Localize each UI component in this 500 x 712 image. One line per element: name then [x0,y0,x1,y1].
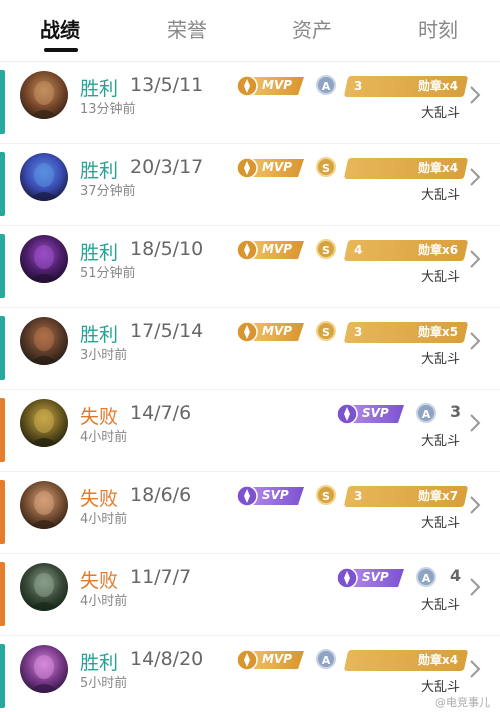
match-time: 13分钟前 [80,102,136,117]
medal-count: 3 [450,402,462,421]
match-list: 胜利 13/5/11 13分钟前 MVP A 3 勋章x4 大乱斗 胜利 20/3/17 37分钟前… [0,62,500,712]
match-result: 失败 [80,488,119,510]
hero-avatar [20,481,68,529]
kda-score: 11/7/7 [130,566,192,588]
kda-score: 14/8/20 [130,648,204,670]
chevron-right-icon[interactable] [468,248,482,270]
kda-score: 18/5/10 [130,238,204,260]
result-indicator-bar [0,316,5,380]
rating-grade-icon: A [316,649,336,669]
medal-strip: 3 勋章x7 [343,486,469,507]
kda-score: 13/5/11 [130,74,204,96]
mvp-badge: MVP [236,649,306,671]
match-row[interactable]: 胜利 13/5/11 13分钟前 MVP A 3 勋章x4 大乱斗 [0,62,500,144]
hero-avatar [20,399,68,447]
game-mode: 大乱斗 [420,516,460,531]
svp-badge: SVP [336,567,406,589]
game-mode: 大乱斗 [420,598,460,613]
hero-avatar [20,71,68,119]
tab-honor[interactable]: 荣誉 [167,14,207,43]
match-result: 失败 [80,570,119,592]
game-mode: 大乱斗 [420,352,460,367]
match-time: 5小时前 [80,676,128,691]
match-row[interactable]: 失败 11/7/7 4小时前 SVP A 4 大乱斗 [0,554,500,636]
match-time: 4小时前 [80,430,128,445]
medal-strip: 4 勋章x6 [343,240,469,261]
match-row[interactable]: 胜利 14/8/20 5小时前 MVP A 勋章x4 大乱斗 [0,636,500,712]
mvp-badge: MVP [236,75,306,97]
kda-score: 14/7/6 [130,402,192,424]
game-mode: 大乱斗 [420,106,460,121]
medal-strip: 3 勋章x5 [343,322,469,343]
rating-grade-icon: A [316,75,336,95]
rating-grade-icon: A [416,403,436,423]
match-result: 失败 [80,406,119,428]
kda-score: 17/5/14 [130,320,204,342]
hero-avatar [20,317,68,365]
match-time: 4小时前 [80,512,128,527]
medal-count: 4 [450,566,462,585]
game-mode: 大乱斗 [420,188,460,203]
match-row[interactable]: 胜利 18/5/10 51分钟前 MVP S 4 勋章x6 大乱斗 [0,226,500,308]
medal-strip: 勋章x4 [343,650,469,671]
chevron-right-icon[interactable] [468,494,482,516]
match-result: 胜利 [80,160,119,182]
medal-strip: 3 勋章x4 [343,76,469,97]
rating-grade-icon: S [316,321,336,341]
match-time: 3小时前 [80,348,128,363]
mvp-badge: MVP [236,321,306,343]
chevron-right-icon[interactable] [468,576,482,598]
tab-assets[interactable]: 资产 [292,14,332,43]
match-row[interactable]: 胜利 17/5/14 3小时前 MVP S 3 勋章x5 大乱斗 [0,308,500,390]
chevron-right-icon[interactable] [468,84,482,106]
kda-score: 20/3/17 [130,156,204,178]
result-indicator-bar [0,398,5,462]
kda-score: 18/6/6 [130,484,192,506]
tab-moments[interactable]: 时刻 [418,14,458,43]
match-result: 胜利 [80,242,119,264]
match-time: 51分钟前 [80,266,136,281]
hero-avatar [20,645,68,693]
result-indicator-bar [0,70,5,134]
match-result: 胜利 [80,324,119,346]
svp-badge: SVP [236,485,306,507]
chevron-right-icon[interactable] [468,330,482,352]
match-time: 37分钟前 [80,184,136,199]
tab-active-indicator [44,48,78,52]
match-time: 4小时前 [80,594,128,609]
game-mode: 大乱斗 [420,680,460,695]
match-row[interactable]: 失败 14/7/6 4小时前 SVP A 3 大乱斗 [0,390,500,472]
match-result: 胜利 [80,652,119,674]
mvp-badge: MVP [236,157,306,179]
tab-record[interactable]: 战绩 [40,14,80,43]
result-indicator-bar [0,152,5,216]
top-tab-bar: 战绩 荣誉 资产 时刻 [0,0,500,62]
medal-strip: 勋章x4 [343,158,469,179]
result-indicator-bar [0,644,5,708]
result-indicator-bar [0,480,5,544]
rating-grade-icon: S [316,485,336,505]
svp-badge: SVP [336,403,406,425]
game-mode: 大乱斗 [420,270,460,285]
match-row[interactable]: 失败 18/6/6 4小时前 SVP S 3 勋章x7 大乱斗 [0,472,500,554]
hero-avatar [20,153,68,201]
mvp-badge: MVP [236,239,306,261]
match-row[interactable]: 胜利 20/3/17 37分钟前 MVP S 勋章x4 大乱斗 [0,144,500,226]
chevron-right-icon[interactable] [468,412,482,434]
match-result: 胜利 [80,78,119,100]
chevron-right-icon[interactable] [468,658,482,680]
chevron-right-icon[interactable] [468,166,482,188]
rating-grade-icon: S [316,157,336,177]
hero-avatar [20,563,68,611]
hero-avatar [20,235,68,283]
game-mode: 大乱斗 [420,434,460,449]
result-indicator-bar [0,562,5,626]
rating-grade-icon: S [316,239,336,259]
watermark: @电竞事儿 [435,696,490,709]
rating-grade-icon: A [416,567,436,587]
result-indicator-bar [0,234,5,298]
